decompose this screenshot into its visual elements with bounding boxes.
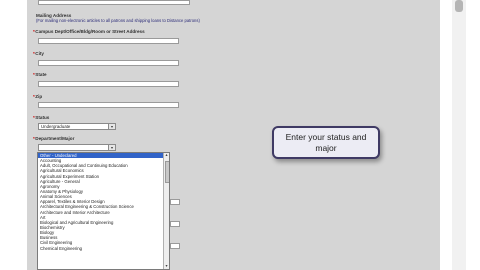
mailing-address-note: (For mailing non-electronic articles to … xyxy=(36,18,200,23)
city-label: *City xyxy=(33,51,44,56)
hidden-field-input[interactable] xyxy=(170,221,180,227)
scroll-down-icon[interactable]: ▼ xyxy=(164,264,169,269)
city-input[interactable] xyxy=(38,60,179,66)
status-label: *Status xyxy=(33,115,50,120)
department-select[interactable]: ▾ xyxy=(38,144,116,151)
department-options: Other - Undeclared Accounting Adult, Occup… xyxy=(38,153,169,251)
hidden-field-input[interactable] xyxy=(170,199,180,205)
zip-label: *Zip xyxy=(33,94,43,99)
zip-input[interactable] xyxy=(38,102,179,108)
campus-address-label: *Campus Dept/Office/Bldg/Room or Street … xyxy=(33,29,145,34)
state-label: *State xyxy=(33,72,47,77)
previous-field-input[interactable] xyxy=(38,0,190,5)
department-label: *Department/Major xyxy=(33,136,75,141)
chevron-down-icon[interactable]: ▾ xyxy=(108,145,115,150)
campus-address-input[interactable] xyxy=(38,38,179,44)
instruction-callout: Enter your status and major xyxy=(272,126,380,159)
instruction-callout-text: Enter your status and major xyxy=(285,132,367,153)
dropdown-scrollbar[interactable]: ▲ ▼ xyxy=(163,153,169,269)
chevron-down-icon[interactable]: ▾ xyxy=(108,124,115,129)
status-select-value: Undergraduate xyxy=(41,124,71,129)
page-scroll-thumb[interactable] xyxy=(455,0,463,12)
department-option[interactable]: Chemical Engineering xyxy=(38,246,169,251)
scroll-up-icon[interactable]: ▲ xyxy=(164,153,169,158)
hidden-field-input[interactable] xyxy=(170,243,180,249)
page-scrollbar[interactable] xyxy=(452,0,466,270)
status-select[interactable]: Undergraduate ▾ xyxy=(38,123,116,130)
dropdown-scroll-thumb[interactable] xyxy=(165,161,169,183)
department-dropdown-list[interactable]: Other - Undeclared Accounting Adult, Occup… xyxy=(37,152,170,270)
state-input[interactable] xyxy=(38,81,179,87)
